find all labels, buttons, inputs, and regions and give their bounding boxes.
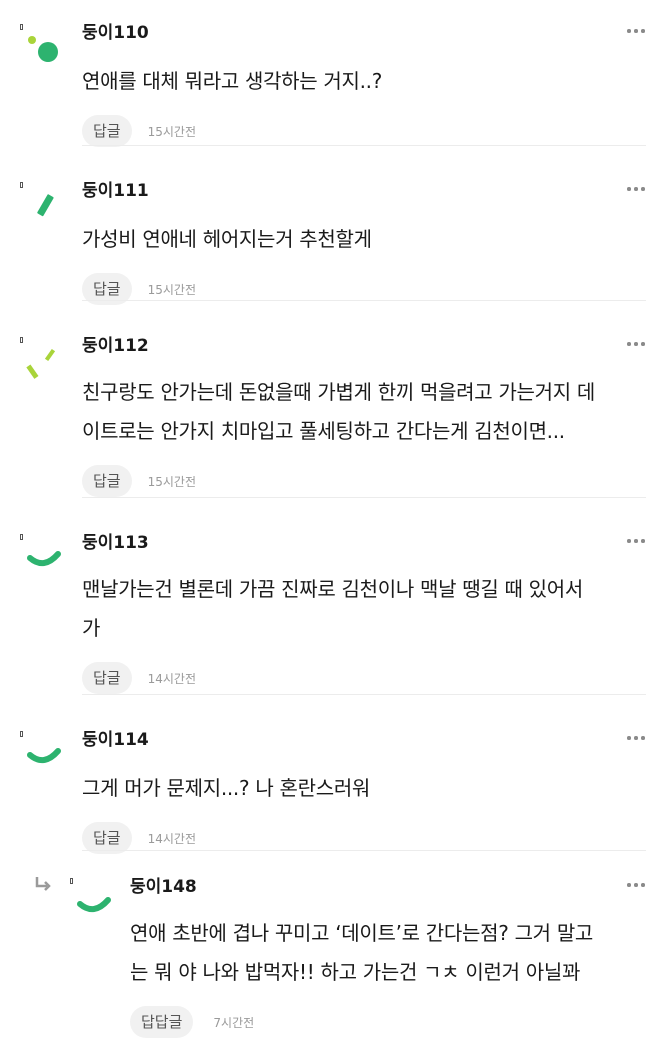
comment-text-line: 친구랑도 안가는데 돈없을때 가볍게 한끼 먹을려고 가는거지 데 [82,380,596,404]
comment-item: 둥이113 맨날가는건 별론데 가끔 진짜로 김천이나 맥날 땡길 때 있어서 … [0,510,658,696]
comment-item: 둥이110 연애를 대체 뭐라고 생각하는 거지..? 답글 15시간전 [0,0,658,147]
comment-item: 둥이111 가성비 연애네 헤어지는거 추천할게 답글 15시간전 [0,158,658,305]
comment-item: 둥이114 그게 머가 문제지...? 나 혼란스러워 답글 14시간전 [0,707,658,854]
reply-arrow-icon [35,877,51,891]
comment-time: 7시간전 [213,1015,255,1030]
comment-text-line: 가성비 연애네 헤어지는거 추천할게 [82,227,372,251]
comment-nickname[interactable]: 둥이112 [82,335,595,357]
divider [82,850,646,851]
comment-text: 가성비 연애네 헤어지는거 추천할게 [82,220,372,259]
comment-time: 14시간전 [147,831,196,846]
comment-text-line: 가 [82,616,101,640]
comment-nickname[interactable]: 둥이113 [82,532,583,554]
comment-text: 친구랑도 안가는데 돈없을때 가볍게 한끼 먹을려고 가는거지 데 이트로는 안… [82,373,595,451]
comment-nickname[interactable]: 둥이148 [130,876,593,898]
more-dots-icon[interactable] [626,185,646,193]
avatar[interactable] [22,343,74,395]
comment-nickname[interactable]: 둥이111 [82,180,372,202]
avatar[interactable] [22,188,74,240]
comment-text-line: 연애 초반에 겹나 꾸미고 ‘데이트’로 간다는점? 그거 말고 [130,921,594,945]
reply-button[interactable]: 답글 [82,115,132,147]
divider [82,497,646,498]
avatar[interactable] [22,733,74,785]
comment-nickname[interactable]: 둥이110 [82,22,382,44]
comment-time: 14시간전 [147,671,196,686]
comment-time: 15시간전 [147,124,196,139]
comment-nickname[interactable]: 둥이114 [82,729,370,751]
more-dots-icon[interactable] [626,881,646,889]
more-dots-icon[interactable] [626,537,646,545]
comment-text: 연애 초반에 겹나 꾸미고 ‘데이트’로 간다는점? 그거 말고 는 뭐 야 나… [130,914,593,992]
comment-text: 그게 머가 문제지...? 나 혼란스러워 [82,769,370,808]
divider [82,694,646,695]
comment-text: 맨날가는건 별론데 가끔 진짜로 김천이나 맥날 땡길 때 있어서 가 [82,570,583,648]
more-dots-icon[interactable] [626,734,646,742]
reply-button[interactable]: 답글 [82,662,132,694]
reply-button[interactable]: 답글 [82,465,132,497]
avatar[interactable] [22,28,74,80]
more-dots-icon[interactable] [626,27,646,35]
avatar[interactable] [72,882,124,934]
comment-time: 15시간전 [147,474,196,489]
more-dots-icon[interactable] [626,340,646,348]
reply-button[interactable]: 답답글 [130,1006,194,1038]
divider [82,300,646,301]
comment-text-line: 연애를 대체 뭐라고 생각하는 거지..? [82,69,383,93]
comment-text-line: 이트로는 안가지 치마입고 풀세팅하고 간다는게 김천이면... [82,419,565,443]
comment-text: 연애를 대체 뭐라고 생각하는 거지..? [82,62,382,101]
comment-text-line: 는 뭐 야 나와 밥먹자!! 하고 가는건 ㄱㅊ 이런거 아닐꽈 [130,960,581,984]
reply-comment-item: 둥이148 연애 초반에 겹나 꾸미고 ‘데이트’로 간다는점? 그거 말고 는… [0,862,658,1038]
divider [82,145,646,146]
comment-time: 15시간전 [147,282,196,297]
avatar[interactable] [22,536,74,588]
comment-text-line: 맨날가는건 별론데 가끔 진짜로 김천이나 맥날 땡길 때 있어서 [82,577,583,601]
comment-text-line: 그게 머가 문제지...? 나 혼란스러워 [82,776,371,800]
comment-item: 둥이112 친구랑도 안가는데 돈없을때 가볍게 한끼 먹을려고 가는거지 데 … [0,313,658,499]
